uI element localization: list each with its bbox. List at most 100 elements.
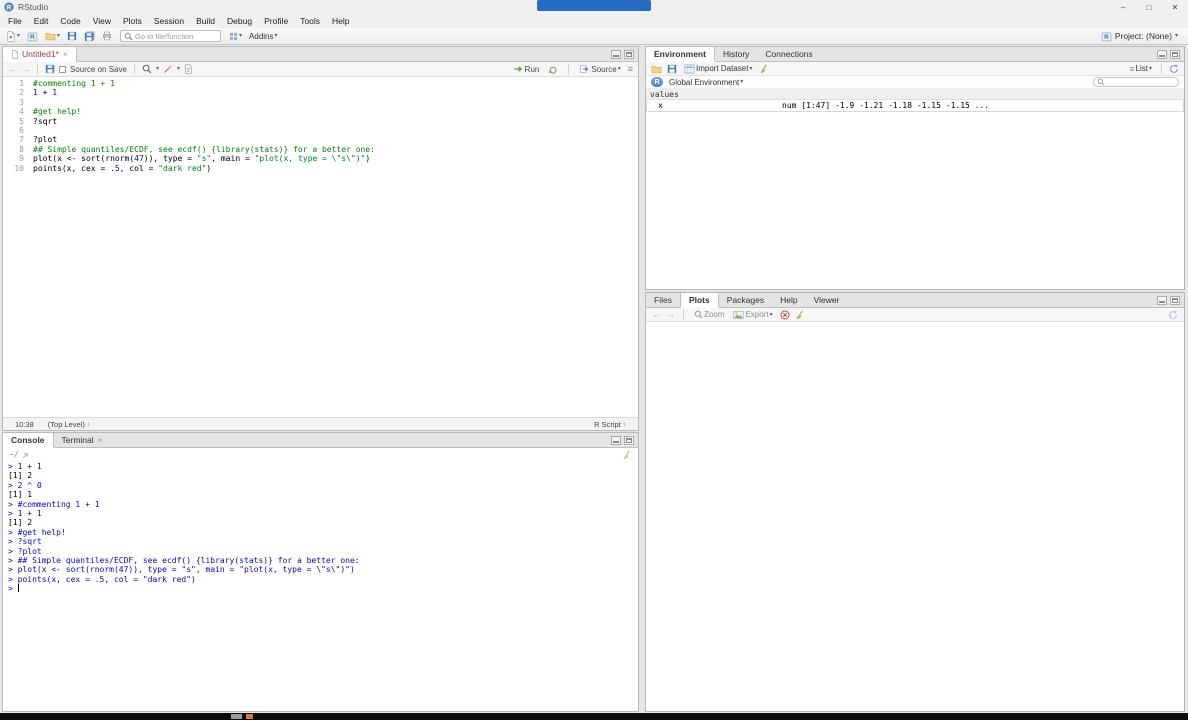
export-button[interactable]: Export ▾ [731,309,774,321]
code-line[interactable]: 10 points(x, cex = .5, col = "dark red") [3,164,638,173]
pane-layout-button[interactable]: ▾ [227,31,244,42]
file-type-selector[interactable]: R Script ↕ [594,420,626,429]
addins-button[interactable]: Addins ▾ [247,31,279,42]
maximize-button[interactable]: □ [1136,0,1162,14]
tab-plots[interactable]: Plots [679,293,719,308]
source-on-save-checkbox[interactable] [59,65,66,73]
menu-session[interactable]: Session [148,14,190,28]
menu-debug[interactable]: Debug [221,14,258,28]
rstudio-window: R RStudio – □ ✕ File Edit Code View Plot… [0,0,1188,720]
menu-profile[interactable]: Profile [258,14,294,28]
close-tab-icon[interactable]: × [63,50,68,59]
load-workspace-icon[interactable] [651,64,662,74]
tab-terminal[interactable]: Terminal × [54,433,111,447]
menu-tools[interactable]: Tools [294,14,326,28]
save-all-button[interactable] [82,30,97,43]
code-line[interactable]: 8 ## Simple quantiles/ECDF, see ecdf() {l… [3,145,638,154]
minimize-pane-button[interactable] [1157,295,1167,305]
refresh-icon[interactable] [1168,310,1178,320]
list-icon: ≡ [1129,63,1135,74]
scope-selector[interactable]: (Top Level) ↕ [48,420,90,429]
menu-plots[interactable]: Plots [117,14,148,28]
code-editor[interactable]: 1 #commenting 1 + 121 + 1 3 4 #get help! 5 ?sq… [3,77,638,417]
clear-console-broom-icon[interactable] [622,450,632,460]
console-line: [1] 2 [8,471,33,481]
code-line[interactable]: 3 [3,98,638,107]
forward-icon[interactable]: → [21,64,30,74]
global-environment-selector[interactable]: Global Environment ▾ [667,77,745,88]
environment-toolbar: Import Dataset ▾ ≡ List ▾ [646,62,1184,76]
goto-directory-icon[interactable] [22,451,30,459]
menu-view[interactable]: View [87,14,117,28]
tab-help[interactable]: Help [772,293,805,307]
menu-code[interactable]: Code [54,14,86,28]
tab-history[interactable]: History [715,47,757,61]
save-workspace-icon[interactable] [667,64,677,74]
clear-plots-broom-icon[interactable] [795,310,805,320]
run-button[interactable]: Run [511,63,542,75]
tab-untitled1[interactable]: Untitled1* × [3,47,77,62]
import-dataset-button[interactable]: Import Dataset ▾ [682,63,754,75]
tab-console[interactable]: Console [3,433,54,448]
zoom-icon [694,310,703,319]
code-line[interactable]: 6 [3,126,638,135]
project-selector[interactable]: R Project: (None) ▾ [1101,31,1184,42]
new-project-button[interactable]: R [25,30,40,43]
previous-plot-icon[interactable]: ← [652,310,661,319]
source-button[interactable]: Source ▾ [577,63,622,75]
taskbar-icon[interactable] [246,714,253,719]
maximize-pane-button[interactable] [1170,295,1180,305]
document-outline-icon[interactable]: ≡ [628,64,633,74]
compile-report-icon[interactable] [184,64,193,74]
tab-packages[interactable]: Packages [719,293,772,307]
tab-label: Connections [765,49,813,59]
code-line[interactable]: 5 ?sqrt [3,117,638,126]
code-line[interactable]: 7 ?plot [3,135,638,144]
print-button[interactable] [100,30,114,42]
tab-files[interactable]: Files [646,293,680,307]
tab-environment[interactable]: Environment [646,47,715,62]
refresh-icon[interactable] [1169,64,1179,74]
line-number: 7 [19,135,24,145]
environment-entry[interactable]: x num [1:47] -1.9 -1.21 -1.18 -1.15 -1.15… [646,100,1184,112]
plots-toolbar-right [1168,310,1178,320]
minimize-pane-button[interactable] [1157,49,1167,59]
save-button[interactable] [65,30,79,42]
maximize-pane-button[interactable] [1170,49,1180,59]
minimize-pane-button[interactable] [611,435,621,445]
rerun-button[interactable] [546,63,560,75]
minimize-button[interactable]: – [1110,0,1136,14]
back-icon[interactable]: ← [8,64,17,74]
new-file-button[interactable]: ▾ [4,30,22,43]
zoom-button[interactable]: Zoom [692,309,726,320]
maximize-pane-button[interactable] [624,435,634,445]
maximize-pane-button[interactable] [624,49,634,59]
tab-viewer[interactable]: Viewer [806,293,848,307]
goto-file-input[interactable] [135,31,218,41]
code-line[interactable]: 4 #get help! [3,107,638,116]
find-replace-icon[interactable] [142,64,152,74]
menu-build[interactable]: Build [190,14,221,28]
code-line[interactable]: 1 #commenting 1 + 1 [3,79,638,88]
export-label: Export [745,310,769,319]
environment-entries: x num [1:47] -1.9 -1.21 -1.18 -1.15 -1.15… [646,100,1184,112]
code-line[interactable]: 21 + 1 [3,88,638,97]
code-line[interactable]: 9 plot(x <- sort(rnorm(47)), type = "s", … [3,154,638,163]
menu-edit[interactable]: Edit [28,14,55,28]
close-terminal-icon[interactable]: × [98,436,103,445]
next-plot-icon[interactable]: → [666,310,675,319]
close-button[interactable]: ✕ [1162,0,1188,14]
save-icon[interactable] [45,64,55,74]
menu-file[interactable]: File [2,14,28,28]
clear-workspace-broom-icon[interactable] [759,64,769,74]
menu-help[interactable]: Help [326,14,355,28]
list-view-button[interactable]: ≡ List ▾ [1127,63,1154,75]
open-file-button[interactable]: ▾ [43,30,62,42]
remove-plot-icon[interactable] [780,309,790,320]
code-tools-wand-icon[interactable] [163,64,173,74]
minimize-pane-button[interactable] [611,49,621,59]
console-output[interactable]: > 1 + 1 [1] 2 > 2 ^ 0 [1] 1 > #commenting 1 … [3,461,638,711]
taskbar-icon[interactable] [231,714,242,719]
tab-connections[interactable]: Connections [757,47,820,61]
environment-search-input[interactable] [1107,78,1188,86]
